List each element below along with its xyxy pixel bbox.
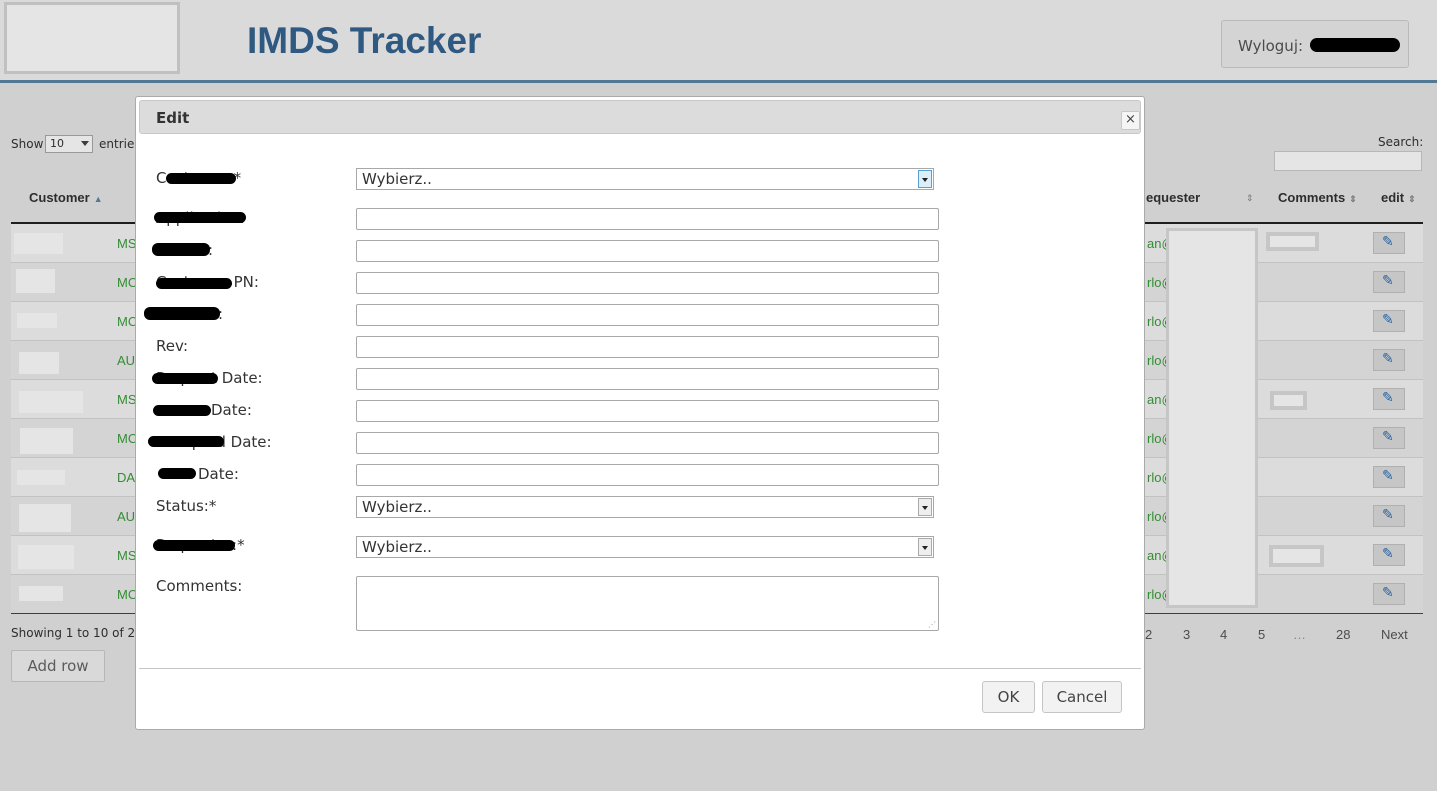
requester-select-value: Wybierz.. bbox=[362, 538, 432, 556]
redaction-mark bbox=[158, 468, 196, 479]
redaction-mark bbox=[152, 243, 210, 256]
chevron-down-icon bbox=[918, 170, 932, 188]
id-field[interactable] bbox=[356, 304, 939, 326]
second-date-label: Date: bbox=[211, 401, 252, 419]
status-label: Status:* bbox=[156, 497, 217, 515]
resize-grip-icon[interactable]: ⋰ bbox=[928, 620, 936, 629]
redaction-mark bbox=[152, 373, 218, 384]
field3-input[interactable] bbox=[356, 240, 939, 262]
chevron-down-icon bbox=[918, 498, 932, 516]
redaction-mark bbox=[166, 173, 236, 184]
comments-textarea[interactable]: ⋰ bbox=[356, 576, 939, 631]
redaction-mark bbox=[154, 212, 246, 223]
chevron-down-icon bbox=[918, 538, 932, 556]
customer-select[interactable]: Wybierz.. bbox=[356, 168, 934, 190]
customer-pn-field[interactable] bbox=[356, 272, 939, 294]
cancel-button[interactable]: Cancel bbox=[1042, 681, 1122, 713]
redaction-mark bbox=[148, 436, 224, 447]
redaction-mark bbox=[144, 307, 220, 320]
application-field[interactable] bbox=[356, 208, 939, 230]
status-select[interactable]: Wybierz.. bbox=[356, 496, 934, 518]
dialog-titlebar[interactable]: Edit × bbox=[139, 100, 1141, 134]
accepted-date-field[interactable] bbox=[356, 432, 939, 454]
close-icon[interactable]: × bbox=[1121, 111, 1140, 130]
redaction-mark bbox=[156, 278, 232, 289]
dialog-title: Edit bbox=[156, 109, 190, 127]
redaction-mark bbox=[153, 405, 211, 416]
comments-label: Comments: bbox=[156, 577, 243, 595]
ok-button[interactable]: OK bbox=[982, 681, 1035, 713]
second-date-field[interactable] bbox=[356, 400, 939, 422]
ppap-date-field[interactable] bbox=[356, 464, 939, 486]
requester-select[interactable]: Wybierz.. bbox=[356, 536, 934, 558]
rev-field[interactable] bbox=[356, 336, 939, 358]
request-date-field[interactable] bbox=[356, 368, 939, 390]
status-select-value: Wybierz.. bbox=[362, 498, 432, 516]
dialog-divider bbox=[139, 668, 1141, 669]
edit-dialog: Edit × Customer:* Wybierz.. Application:… bbox=[135, 96, 1145, 730]
redaction-mark bbox=[153, 540, 235, 551]
customer-select-value: Wybierz.. bbox=[362, 170, 432, 188]
ppap-date-label: Date: bbox=[198, 465, 239, 483]
rev-label: Rev: bbox=[156, 337, 189, 355]
